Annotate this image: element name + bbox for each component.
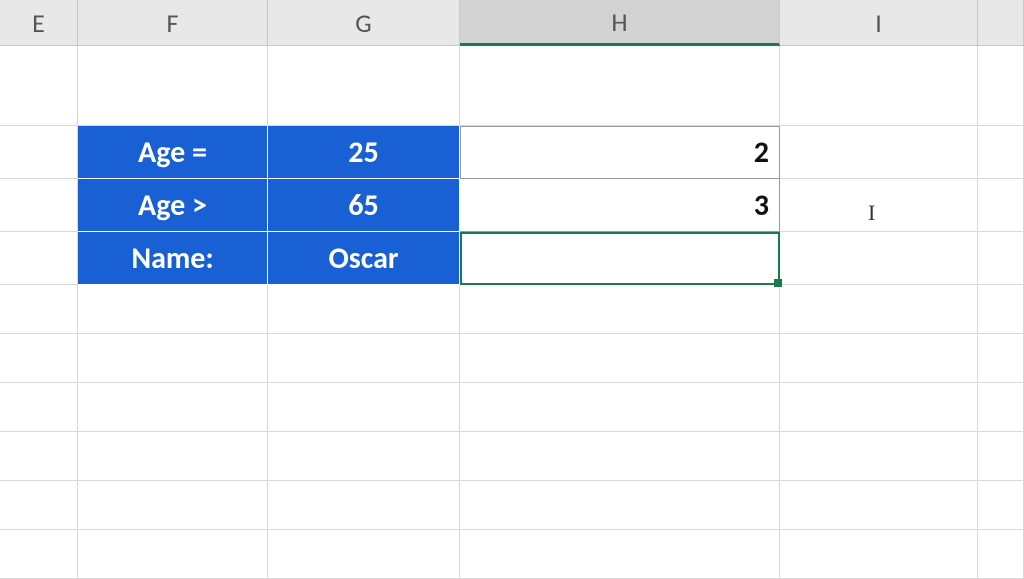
cell-F9[interactable]: [78, 432, 268, 481]
cell-F5[interactable]: Name:: [78, 232, 268, 285]
cell-E4[interactable]: [0, 179, 78, 232]
row-10: [0, 481, 1024, 530]
cell-F3[interactable]: Age =: [78, 126, 268, 179]
cell-F7[interactable]: [78, 334, 268, 383]
cell-G4[interactable]: 65: [268, 179, 460, 232]
cell-J3[interactable]: [978, 126, 1024, 179]
cell-I3[interactable]: [780, 126, 978, 179]
cell-F2[interactable]: [78, 46, 268, 126]
cell-J7[interactable]: [978, 334, 1024, 383]
grid-body: Age = 25 2 Age > 65 3 Name: Oscar: [0, 46, 1024, 579]
cell-G7[interactable]: [268, 334, 460, 383]
cell-I10[interactable]: [780, 481, 978, 530]
cell-E3[interactable]: [0, 126, 78, 179]
row-5: Name: Oscar: [0, 232, 1024, 285]
col-header-F[interactable]: F: [78, 0, 268, 46]
cell-E2[interactable]: [0, 46, 78, 126]
cell-J8[interactable]: [978, 383, 1024, 432]
cell-E9[interactable]: [0, 432, 78, 481]
col-header-E[interactable]: E: [0, 0, 78, 46]
cell-H6[interactable]: [460, 285, 780, 334]
cell-J4[interactable]: [978, 179, 1024, 232]
row-7: [0, 334, 1024, 383]
cell-F6[interactable]: [78, 285, 268, 334]
cell-F4[interactable]: Age >: [78, 179, 268, 232]
cell-G8[interactable]: [268, 383, 460, 432]
cell-I8[interactable]: [780, 383, 978, 432]
cell-E8[interactable]: [0, 383, 78, 432]
spreadsheet-grid[interactable]: E F G H I Age = 25 2 Age > 65 3: [0, 0, 1024, 572]
cell-I7[interactable]: [780, 334, 978, 383]
row-8: [0, 383, 1024, 432]
col-header-J[interactable]: [978, 0, 1024, 46]
cell-H10[interactable]: [460, 481, 780, 530]
cell-E5[interactable]: [0, 232, 78, 285]
row-6: [0, 285, 1024, 334]
cell-G2[interactable]: [268, 46, 460, 126]
row-2: [0, 46, 1024, 126]
cell-H5[interactable]: [460, 232, 780, 285]
cell-F8[interactable]: [78, 383, 268, 432]
cell-I6[interactable]: [780, 285, 978, 334]
cell-I4[interactable]: [780, 179, 978, 232]
cell-J10[interactable]: [978, 481, 1024, 530]
cell-E6[interactable]: [0, 285, 78, 334]
cell-G3[interactable]: 25: [268, 126, 460, 179]
cell-G6[interactable]: [268, 285, 460, 334]
cell-H2[interactable]: [460, 46, 780, 126]
cell-J6[interactable]: [978, 285, 1024, 334]
cell-J2[interactable]: [978, 46, 1024, 126]
cell-J9[interactable]: [978, 432, 1024, 481]
cell-G5[interactable]: Oscar: [268, 232, 460, 285]
text-cursor-icon: I: [868, 200, 875, 226]
cell-H8[interactable]: [460, 383, 780, 432]
row-9: [0, 432, 1024, 481]
cell-G9[interactable]: [268, 432, 460, 481]
col-header-I[interactable]: I: [780, 0, 978, 46]
cell-I9[interactable]: [780, 432, 978, 481]
cell-H3[interactable]: 2: [460, 126, 780, 179]
column-headers: E F G H I: [0, 0, 1024, 46]
cell-H9[interactable]: [460, 432, 780, 481]
cell-I5[interactable]: [780, 232, 978, 285]
cell-E10[interactable]: [0, 481, 78, 530]
cell-G10[interactable]: [268, 481, 460, 530]
cell-E7[interactable]: [0, 334, 78, 383]
cell-F10[interactable]: [78, 481, 268, 530]
col-header-H[interactable]: H: [460, 0, 780, 46]
cell-H4[interactable]: 3: [460, 179, 780, 232]
cell-I2[interactable]: [780, 46, 978, 126]
row-3: Age = 25 2: [0, 126, 1024, 179]
col-header-G[interactable]: G: [268, 0, 460, 46]
cell-H7[interactable]: [460, 334, 780, 383]
cell-J5[interactable]: [978, 232, 1024, 285]
